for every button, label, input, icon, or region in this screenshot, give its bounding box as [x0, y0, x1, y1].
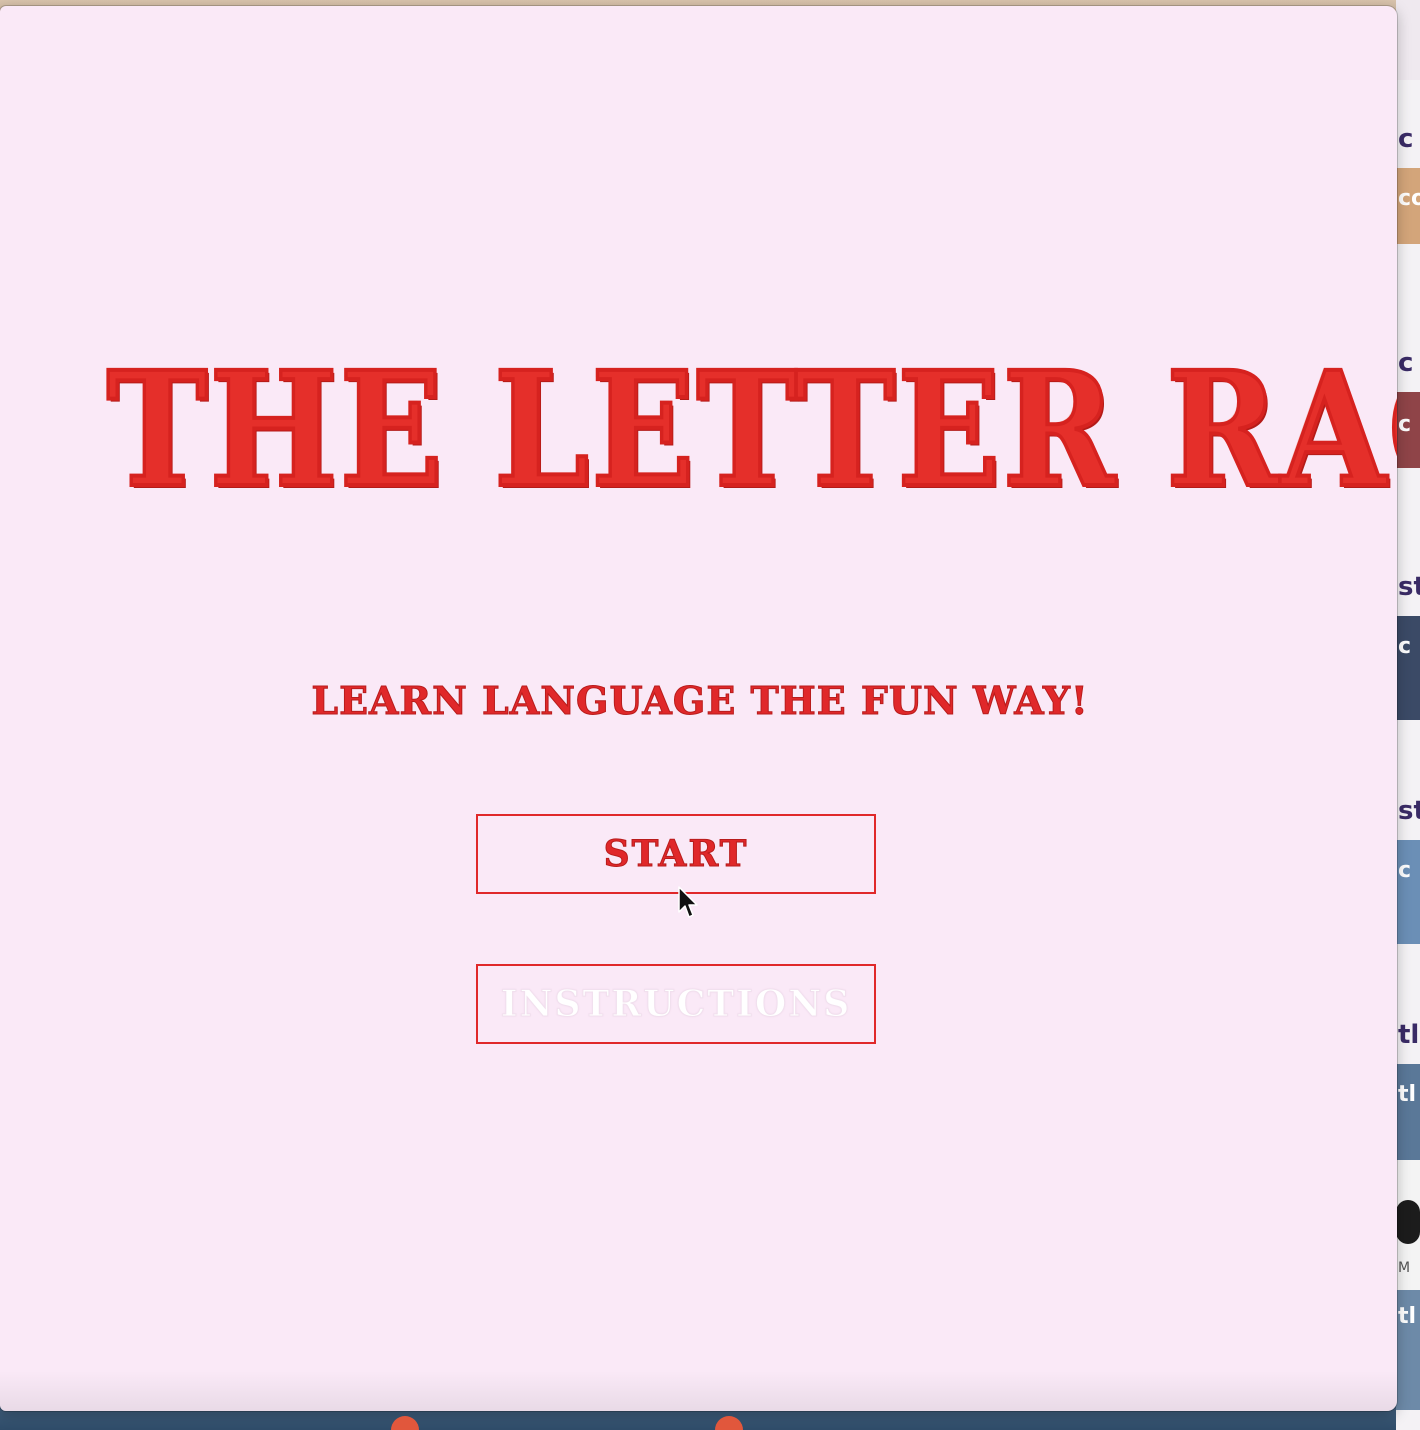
app-icon[interactable] [1396, 1200, 1420, 1244]
game-title: THE LETTER RACE [105, 336, 1397, 525]
game-window[interactable]: THE LETTER RACE LEARN LANGUAGE THE FUN W… [0, 6, 1397, 1411]
dock-edge [391, 1416, 743, 1430]
bg-band [1396, 1064, 1420, 1160]
bg-fragment: st [1398, 796, 1420, 826]
bg-fragment: c [1398, 348, 1414, 378]
start-button-label: START [603, 833, 749, 876]
dock-app-icon[interactable] [391, 1416, 419, 1430]
bg-fragment: tl [1398, 1304, 1417, 1329]
bg-fragment: tl [1398, 1082, 1417, 1107]
bg-band [1396, 0, 1420, 80]
instructions-button-label: INSTRUCTIONS [500, 983, 852, 1026]
background-window[interactable]: c co c c st c st c tl tl M tl [1396, 0, 1420, 1430]
bg-fragment: c [1398, 124, 1414, 154]
instructions-button[interactable]: INSTRUCTIONS [476, 964, 876, 1044]
dock-app-icon[interactable] [715, 1416, 743, 1430]
game-tagline: LEARN LANGUAGE THE FUN WAY! [311, 678, 1089, 724]
bg-fragment: c [1398, 412, 1412, 437]
bg-band [1396, 840, 1420, 944]
mouse-pointer-icon [678, 886, 698, 918]
bg-fragment: M [1398, 1260, 1411, 1276]
bg-fragment: c [1398, 634, 1412, 659]
bg-fragment: st [1398, 572, 1420, 602]
bg-fragment: c [1398, 858, 1412, 883]
bg-band [1396, 616, 1420, 720]
start-button[interactable]: START [476, 814, 876, 894]
bg-fragment: tl [1398, 1020, 1420, 1050]
bg-fragment: co [1398, 186, 1420, 211]
